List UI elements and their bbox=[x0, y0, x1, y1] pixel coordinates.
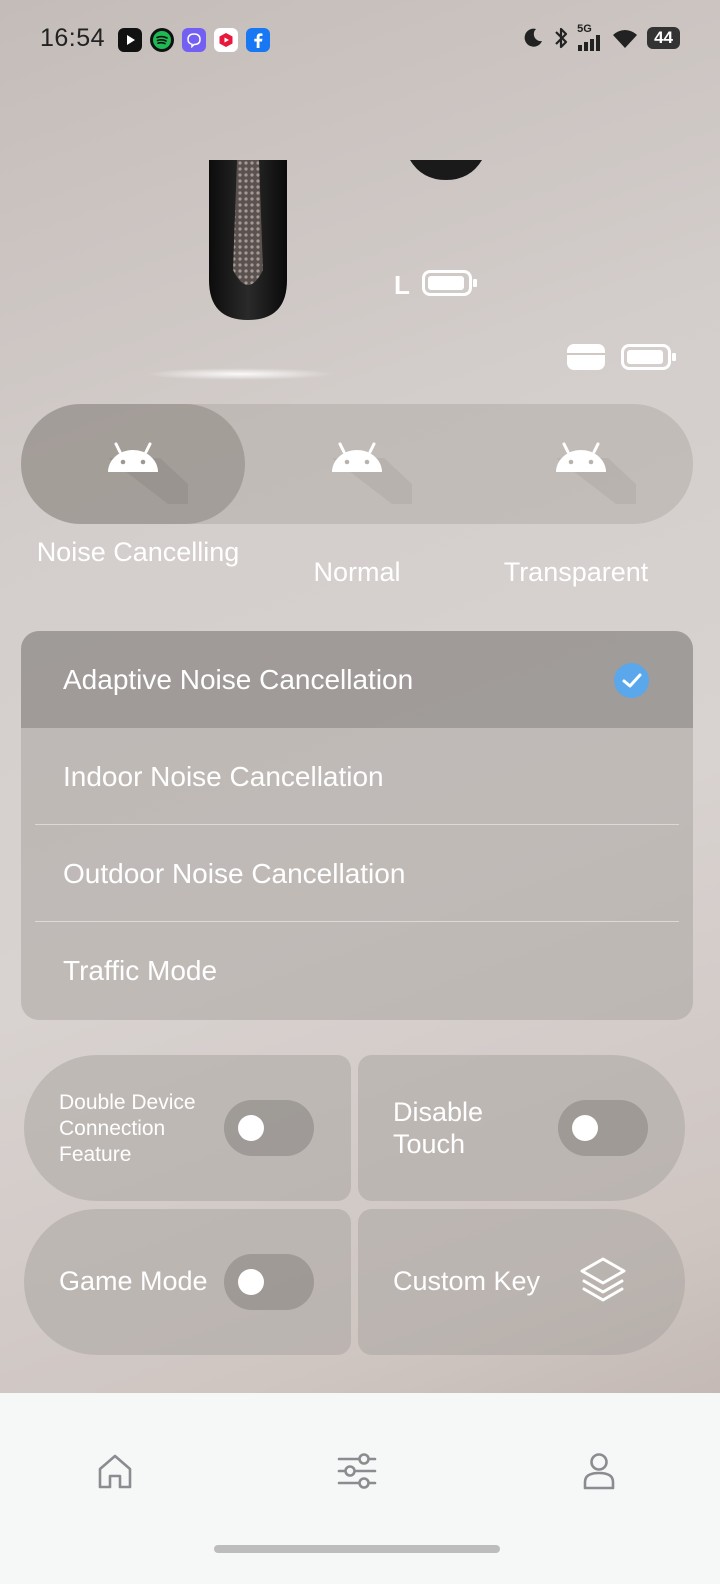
toggle-knob bbox=[238, 1269, 264, 1295]
bottom-navigation bbox=[0, 1393, 720, 1584]
youtube-icon bbox=[118, 28, 142, 52]
facebook-icon bbox=[246, 28, 270, 52]
nav-profile-button[interactable] bbox=[569, 1441, 629, 1501]
double-device-tile: Double Device Connection Feature bbox=[24, 1055, 351, 1201]
option-label: Traffic Mode bbox=[63, 954, 218, 986]
noise-cancellation-options: Adaptive Noise Cancellation Indoor Noise… bbox=[21, 631, 693, 1020]
mode-label-transparent: Transparent bbox=[503, 557, 649, 587]
toggle-knob bbox=[572, 1115, 598, 1141]
android-icon bbox=[332, 442, 412, 504]
option-adaptive-noise-cancellation[interactable]: Adaptive Noise Cancellation bbox=[21, 631, 693, 728]
mode-normal-button[interactable] bbox=[245, 404, 469, 524]
sliders-icon bbox=[337, 1453, 377, 1489]
mode-transparent-button[interactable] bbox=[469, 404, 693, 524]
video-app-icon bbox=[214, 28, 238, 52]
disable-touch-tile: Disable Touch bbox=[358, 1055, 685, 1201]
notification-icons bbox=[118, 28, 270, 52]
case-icon bbox=[567, 344, 605, 370]
game-mode-tile: Game Mode bbox=[24, 1209, 351, 1355]
double-device-label: Double Device Connection Feature bbox=[59, 1091, 196, 1166]
option-label: Outdoor Noise Cancellation bbox=[63, 857, 406, 889]
spotify-icon bbox=[150, 28, 174, 52]
anc-mode-selector bbox=[21, 404, 693, 524]
nav-home-button[interactable] bbox=[85, 1441, 145, 1501]
custom-key-label: Custom Key bbox=[393, 1266, 541, 1296]
check-icon bbox=[614, 663, 649, 698]
signal-icon bbox=[578, 35, 601, 51]
home-indicator[interactable] bbox=[214, 1545, 500, 1553]
left-earbud-image bbox=[209, 160, 287, 320]
system-status: 5G 44 bbox=[521, 24, 680, 51]
right-earbud-image bbox=[410, 160, 482, 180]
network-type: 5G bbox=[577, 23, 592, 35]
toggle-knob bbox=[238, 1115, 264, 1141]
moon-icon bbox=[524, 28, 543, 47]
battery-icon: 44 bbox=[647, 26, 680, 49]
option-outdoor-noise-cancellation[interactable]: Outdoor Noise Cancellation bbox=[21, 825, 693, 922]
android-icon bbox=[108, 442, 188, 504]
status-bar: 16:54 5G 44 bbox=[0, 0, 720, 80]
case-battery-fill bbox=[627, 350, 664, 364]
wifi-icon bbox=[613, 29, 638, 48]
game-mode-label: Game Mode bbox=[59, 1266, 208, 1296]
home-icon bbox=[98, 1454, 132, 1489]
disable-touch-label: Disable Touch bbox=[393, 1097, 484, 1159]
game-mode-toggle[interactable] bbox=[224, 1254, 314, 1310]
android-icon bbox=[556, 442, 636, 504]
left-battery-icon bbox=[422, 270, 472, 296]
viber-icon bbox=[182, 28, 206, 52]
left-battery-fill bbox=[428, 276, 465, 290]
disable-touch-toggle[interactable] bbox=[558, 1100, 648, 1156]
user-icon bbox=[583, 1453, 615, 1490]
bluetooth-icon bbox=[555, 27, 568, 48]
double-device-toggle[interactable] bbox=[224, 1100, 314, 1156]
mode-label-normal: Normal bbox=[313, 557, 401, 587]
layers-icon bbox=[580, 1257, 626, 1302]
case-battery-icon bbox=[621, 344, 671, 370]
custom-key-tile[interactable]: Custom Key bbox=[358, 1209, 685, 1355]
option-traffic-mode[interactable]: Traffic Mode bbox=[21, 922, 693, 1019]
option-label: Adaptive Noise Cancellation bbox=[63, 663, 414, 695]
earbud-hero: L bbox=[0, 160, 720, 390]
option-label: Indoor Noise Cancellation bbox=[63, 760, 384, 792]
option-indoor-noise-cancellation[interactable]: Indoor Noise Cancellation bbox=[21, 728, 693, 825]
status-time: 16:54 bbox=[40, 24, 106, 52]
earbud-shadow bbox=[145, 368, 335, 380]
left-earbud-label: L bbox=[394, 270, 410, 300]
mode-noise-cancelling-button[interactable] bbox=[21, 404, 245, 524]
mode-label-noise-cancelling: Noise Cancelling bbox=[36, 537, 240, 567]
nav-settings-button[interactable] bbox=[327, 1441, 387, 1501]
